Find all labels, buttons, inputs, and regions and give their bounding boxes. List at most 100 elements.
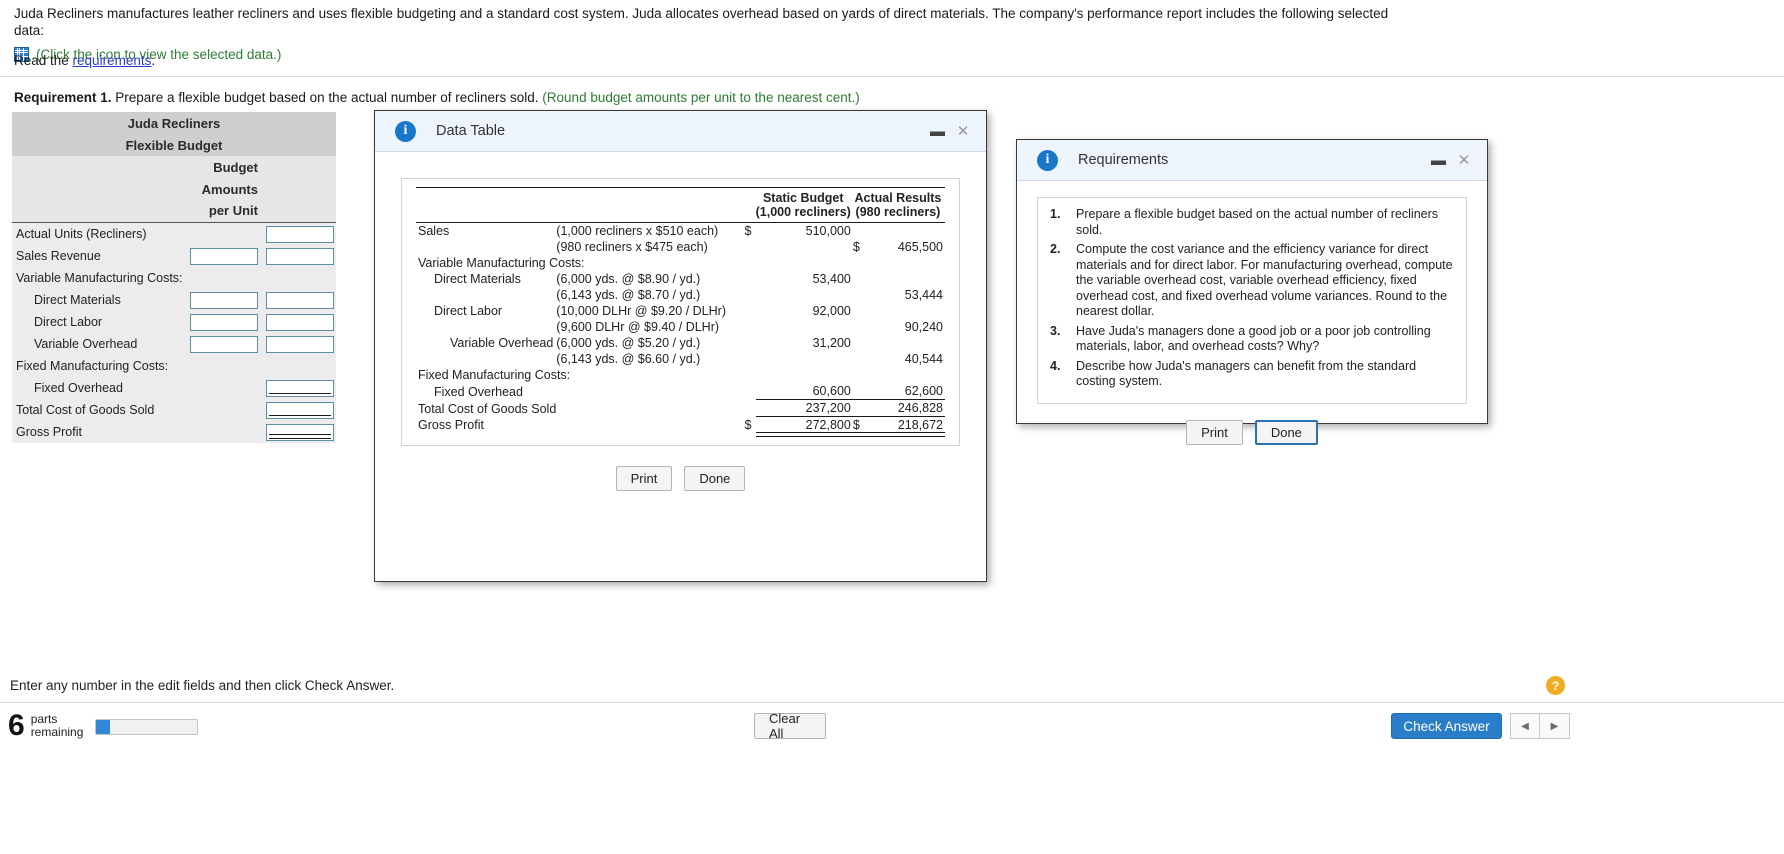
requirement-number: 2.: [1050, 242, 1061, 256]
row-item: Fixed Manufacturing Costs:: [418, 368, 571, 382]
direct-materials-total-input[interactable]: [266, 291, 334, 309]
requirements-dialog-footer: Print Done: [1017, 404, 1487, 459]
row-label: Fixed Overhead: [34, 381, 123, 395]
read-prefix: Read the: [14, 53, 73, 68]
list-item: 1. Prepare a flexible budget based on th…: [1050, 207, 1454, 238]
variable-overhead-total-input[interactable]: [266, 335, 334, 353]
table-row: Gross Profit: [12, 421, 336, 443]
row-value-2: $218,672: [852, 417, 946, 436]
requirements-dialog-body: 1. Prepare a flexible budget based on th…: [1017, 197, 1487, 459]
data-table-dialog-title: Data Table: [436, 123, 506, 139]
table-row: (980 recliners x $475 each) $465,500: [416, 239, 945, 255]
row-desc: (1,000 recliners x $510 each): [556, 224, 719, 238]
row-value-2-num: 465,500: [897, 240, 943, 254]
row-label: Fixed Manufacturing Costs:: [16, 359, 169, 373]
row-dollar-1: $: [744, 224, 752, 238]
fixed-overhead-total-input[interactable]: [266, 379, 334, 397]
gross-profit-input[interactable]: [266, 423, 334, 441]
close-icon[interactable]: ✕: [1451, 151, 1477, 169]
row-item: Total Cost of Goods Sold: [418, 401, 557, 416]
table-row: Variable Manufacturing Costs:: [416, 255, 945, 271]
row-item: [416, 319, 556, 335]
minimize-icon[interactable]: ▬: [924, 123, 950, 140]
row-field-a: [186, 311, 260, 333]
requirements-link[interactable]: requirements: [73, 53, 152, 68]
row-field-a: [186, 333, 260, 355]
data-table-dialog-header: i Data Table ▬ ✕: [375, 111, 986, 152]
print-button[interactable]: Print: [1186, 419, 1243, 445]
parts-remaining: 6 parts remaining: [8, 711, 83, 741]
variable-overhead-per-unit-input[interactable]: [190, 335, 258, 353]
progress-bar-fill: [96, 720, 111, 734]
read-suffix: .: [151, 53, 156, 68]
table-row: Variable Manufacturing Costs:: [12, 267, 336, 289]
row-field-a: [186, 267, 260, 289]
header-actual-results: Actual Results (980 recliners): [854, 191, 942, 219]
chevron-right-icon[interactable]: ▶: [1540, 713, 1570, 739]
row-value-1: 60,600: [755, 383, 853, 400]
requirement-number: 1.: [1050, 207, 1061, 221]
table-row: Direct Materials: [12, 289, 336, 311]
row-item: Variable Manufacturing Costs:: [418, 256, 585, 270]
clear-all-button[interactable]: Clear All: [754, 711, 826, 741]
row-value-2-num: 218,672: [897, 418, 943, 432]
row-field-b: [260, 223, 336, 245]
row-item: [416, 287, 556, 303]
data-table-dialog-footer: Print Done: [391, 446, 970, 505]
row-desc: (9,600 DLHr @ $9.40 / DLHr): [556, 320, 720, 334]
row-value-2: 246,828: [852, 399, 945, 417]
check-answer-button[interactable]: Check Answer: [1391, 713, 1502, 739]
row-label: Total Cost of Goods Sold: [16, 403, 155, 417]
data-icon-row: (Click the icon to view the selected dat…: [14, 46, 1414, 63]
row-item: [416, 351, 556, 367]
direct-labor-per-unit-input[interactable]: [190, 313, 258, 331]
chevron-left-icon[interactable]: ◀: [1510, 713, 1540, 739]
actual-units-input[interactable]: [266, 225, 334, 243]
table-row: (9,600 DLHr @ $9.40 / DLHr) 90,240: [416, 319, 945, 335]
read-requirements-line: Read the requirements.: [14, 53, 155, 68]
question-mark-icon[interactable]: ?: [1546, 676, 1565, 695]
table-row: Variable Overhead: [12, 333, 336, 355]
direct-materials-per-unit-input[interactable]: [190, 291, 258, 309]
row-item: Variable Overhead: [450, 336, 554, 350]
row-value-2: [853, 271, 945, 287]
parts-label-line-1: parts: [30, 712, 58, 726]
table-row: Direct Labor: [12, 311, 336, 333]
row-field-b: [260, 421, 336, 443]
row-field-b: [260, 355, 336, 377]
row-value-1: 272,800: [755, 417, 854, 436]
row-field-a: [186, 245, 260, 267]
row-value-1: 510,000: [805, 224, 851, 238]
row-field-b: [260, 267, 336, 289]
close-icon[interactable]: ✕: [950, 122, 976, 140]
table-row: Total Cost of Goods Sold 237,200 246,828: [416, 399, 945, 417]
table-row: Fixed Overhead 60,600 62,600: [416, 383, 945, 400]
row-field-b: [260, 289, 336, 311]
sales-revenue-total-input[interactable]: [266, 247, 334, 265]
done-button[interactable]: Done: [1254, 419, 1318, 445]
row-item: Fixed Overhead: [434, 384, 523, 399]
requirements-dialog: i Requirements ▬ ✕ 1. Prepare a flexible…: [1016, 139, 1488, 445]
minimize-icon[interactable]: ▬: [1425, 152, 1451, 169]
row-desc: (6,000 yds. @ $5.20 / yd.): [556, 336, 701, 350]
list-item: 3. Have Juda's managers done a good job …: [1050, 324, 1454, 355]
table-row: Sales Revenue: [12, 245, 336, 267]
print-button[interactable]: Print: [615, 466, 673, 491]
parts-remaining-label: parts remaining: [31, 713, 84, 739]
row-value-1: [756, 351, 853, 367]
row-desc: (6,143 yds. @ $8.70 / yd.): [556, 288, 701, 302]
sales-revenue-per-unit-input[interactable]: [190, 247, 258, 265]
table-row: Direct Materials (6,000 yds. @ $8.90 / y…: [416, 271, 945, 287]
direct-labor-total-input[interactable]: [266, 313, 334, 331]
header-divider: [0, 76, 1784, 77]
row-value-2: [853, 223, 945, 240]
row-value-1: [756, 319, 853, 335]
parts-remaining-count: 6: [8, 709, 25, 742]
total-cogs-input[interactable]: [266, 401, 334, 419]
row-item: Direct Materials: [434, 272, 521, 286]
parts-label-line-2: remaining: [30, 725, 84, 739]
done-button[interactable]: Done: [684, 466, 746, 491]
row-value-1: 31,200: [812, 336, 851, 350]
requirement-text: Prepare a flexible budget based on the a…: [1076, 207, 1439, 237]
row-field-b: [260, 377, 336, 399]
